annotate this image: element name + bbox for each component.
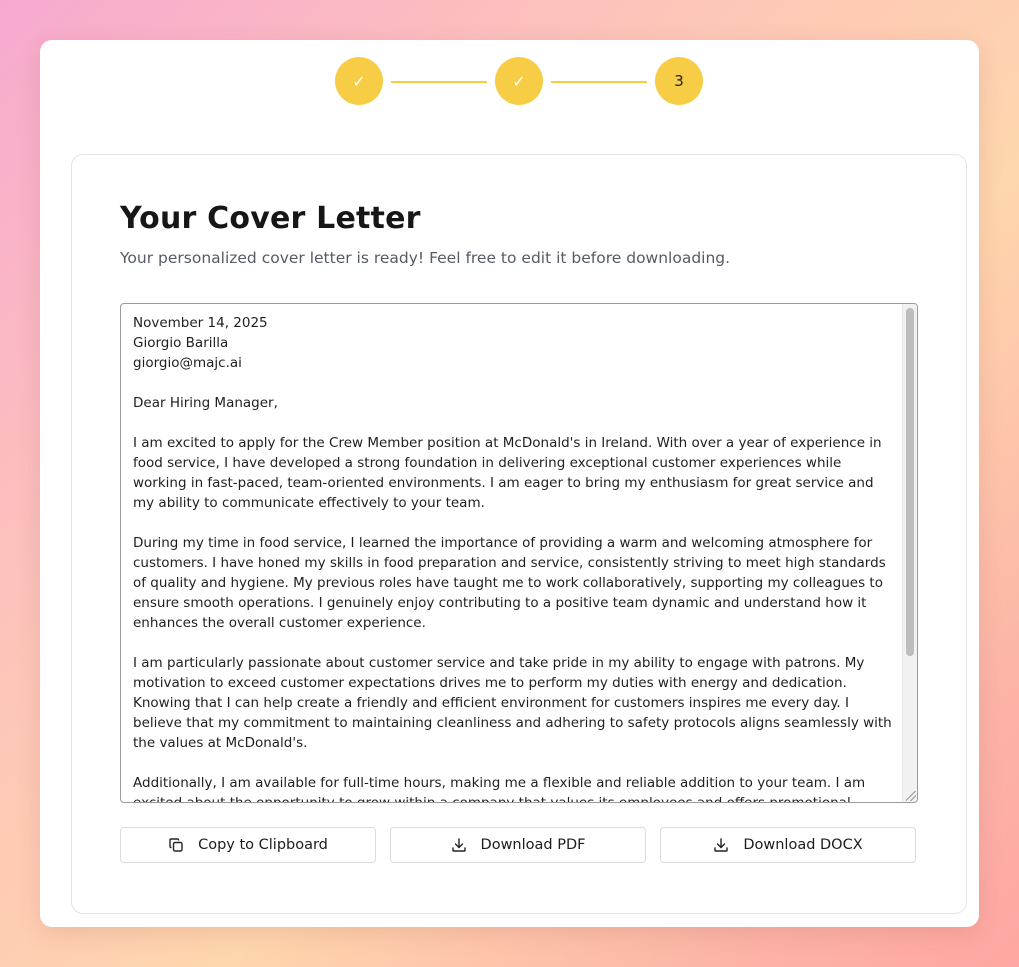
cover-letter-card: Your Cover Letter Your personalized cove… (71, 154, 967, 914)
download-pdf-button[interactable]: Download PDF (390, 827, 646, 863)
progress-stepper: ✓ ✓ 3 (335, 57, 703, 105)
download-icon (451, 837, 467, 853)
download-docx-label: Download DOCX (743, 837, 863, 853)
action-buttons: Copy to Clipboard Download PDF Download … (120, 827, 918, 865)
step-connector (391, 81, 487, 83)
resize-handle-icon[interactable] (906, 791, 916, 801)
cover-letter-textarea[interactable]: November 14, 2025 Giorgio Barilla giorgi… (120, 303, 918, 803)
checkmark-icon: ✓ (512, 71, 526, 91)
download-icon (713, 837, 729, 853)
copy-button-label: Copy to Clipboard (198, 837, 328, 853)
copy-icon (168, 837, 184, 853)
page-subtitle: Your personalized cover letter is ready!… (120, 249, 731, 267)
cover-letter-text[interactable]: November 14, 2025 Giorgio Barilla giorgi… (133, 313, 893, 802)
copy-to-clipboard-button[interactable]: Copy to Clipboard (120, 827, 376, 863)
scrollbar-thumb[interactable] (906, 308, 914, 656)
app-window: ✓ ✓ 3 Your Cover Letter Your personalize… (40, 40, 979, 927)
step-2-complete-indicator: ✓ (495, 57, 543, 105)
textarea-scrollbar[interactable] (902, 304, 917, 802)
checkmark-icon: ✓ (352, 71, 366, 91)
step-3-current-indicator: 3 (655, 57, 703, 105)
step-number: 3 (674, 72, 684, 90)
page-title: Your Cover Letter (120, 201, 421, 236)
download-docx-button[interactable]: Download DOCX (660, 827, 916, 863)
step-1-complete-indicator: ✓ (335, 57, 383, 105)
download-pdf-label: Download PDF (480, 837, 586, 853)
step-connector (551, 81, 647, 83)
